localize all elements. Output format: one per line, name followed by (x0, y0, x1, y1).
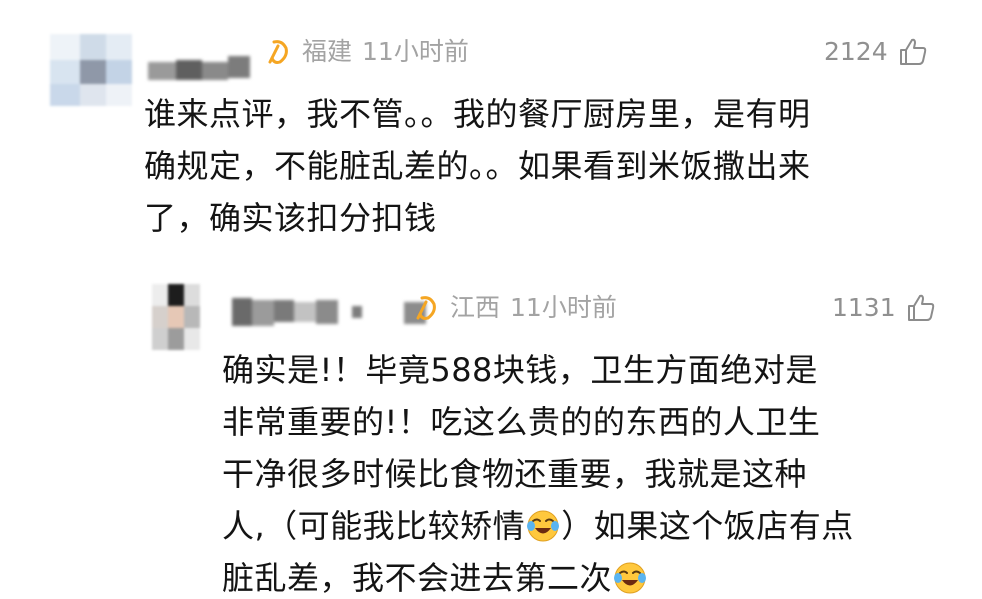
timestamp: 11小时前 (362, 37, 469, 66)
like-count: 1131 (832, 293, 896, 322)
avatar[interactable] (50, 34, 132, 106)
laughing-crying-emoji-icon (614, 562, 647, 594)
comment-text: 谁来点评，我不管。。我的餐厅厨房里，是有明 确规定，不能脏乱差的。。如果看到米饭… (144, 88, 811, 244)
region: 福建 (302, 37, 353, 66)
avatar[interactable] (152, 284, 200, 350)
comment-2-reply: 江西 11小时前 1131 确实是!！毕竟588块钱，卫生方面绝对是 非常重要的… (0, 270, 982, 599)
comment-line: 谁来点评，我不管。。我的餐厅厨房里，是有明 (144, 95, 811, 133)
thumbs-up-icon (899, 38, 926, 65)
reply-line: 人,（可能我比较矫情 ）如果这个饭店有点 (222, 500, 854, 552)
reply-line: 干净很多时候比食物还重要，我就是这种 (222, 455, 808, 493)
username-blurred[interactable] (232, 292, 432, 330)
reply-line-4b: ）如果这个饭店有点 (561, 507, 854, 545)
like-button[interactable]: 1131 (832, 292, 936, 324)
username-blurred[interactable] (148, 50, 258, 82)
like-button[interactable]: 2124 (824, 36, 928, 68)
laughing-crying-emoji-icon (527, 510, 560, 542)
comment-line: 了，确实该扣分扣钱 (144, 199, 437, 237)
region: 江西 (450, 293, 501, 322)
reply-line: 确实是!！毕竟588块钱，卫生方面绝对是 (222, 351, 818, 389)
membership-badge-icon (416, 296, 436, 320)
comment-meta: 福建 11小时前 (266, 36, 469, 68)
comment-line: 确规定，不能脏乱差的。。如果看到米饭撒出来 (144, 147, 811, 185)
timestamp: 11小时前 (510, 293, 617, 322)
comment-meta: 江西 11小时前 (414, 292, 617, 324)
reply-line: 脏乱差，我不会进去第二次 (222, 552, 854, 599)
reply-line-4a: 人,（可能我比较矫情 (222, 507, 526, 545)
thumbs-up-icon (907, 294, 934, 321)
membership-badge-icon (268, 40, 288, 64)
comment-1: 福建 11小时前 2124 谁来点评，我不管。。我的餐厅厨房里，是有明 确规定，… (0, 0, 982, 250)
like-count: 2124 (824, 37, 888, 66)
reply-line-5: 脏乱差，我不会进去第二次 (222, 559, 613, 597)
reply-line: 非常重要的!！吃这么贵的的东西的人卫生 (222, 403, 821, 441)
reply-text: 确实是!！毕竟588块钱，卫生方面绝对是 非常重要的!！吃这么贵的的东西的人卫生… (222, 344, 854, 599)
